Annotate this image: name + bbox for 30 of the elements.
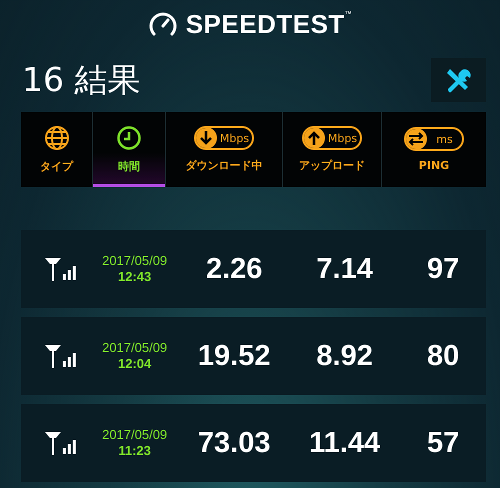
cell-signal-icon	[44, 344, 76, 368]
ping-value: 97	[426, 252, 460, 286]
upload-value: 7.14	[315, 252, 374, 286]
settings-button[interactable]	[431, 58, 486, 102]
result-row[interactable]: 2017/05/09 12:04 19.52 8.92 80	[21, 317, 486, 395]
result-time: 12:04	[118, 356, 152, 372]
result-time: 11:23	[118, 443, 151, 459]
result-time: 12:43	[118, 269, 152, 285]
result-date: 2017/05/09	[102, 340, 168, 356]
download-value: 73.03	[196, 426, 272, 460]
cell-signal-icon	[44, 257, 76, 281]
result-row[interactable]: 2017/05/09 11:23 73.03 11.44 57	[21, 404, 486, 482]
upload-value: 11.44	[308, 426, 382, 460]
clock-icon	[116, 125, 142, 151]
speedometer-icon	[148, 10, 178, 38]
swap-arrows-icon: ms	[404, 127, 464, 151]
download-value: 2.26	[204, 252, 264, 286]
result-row[interactable]: 2017/05/09 12:43 2.26 7.14 97	[21, 230, 486, 308]
sort-tab[interactable]: 時間	[93, 112, 166, 187]
up-arrow-icon: Mbps	[302, 126, 362, 150]
globe-icon	[44, 125, 70, 151]
upload-value: 8.92	[315, 340, 374, 372]
down-arrow-icon: Mbps	[194, 126, 254, 150]
result-date: 2017/05/09	[102, 427, 168, 443]
results-title: 16 結果	[22, 58, 140, 100]
cell-signal-icon	[44, 431, 76, 455]
download-value: 19.52	[196, 340, 272, 372]
ping-value: 80	[426, 340, 460, 372]
ping-value: 57	[426, 426, 460, 460]
result-date: 2017/05/09	[102, 253, 168, 269]
